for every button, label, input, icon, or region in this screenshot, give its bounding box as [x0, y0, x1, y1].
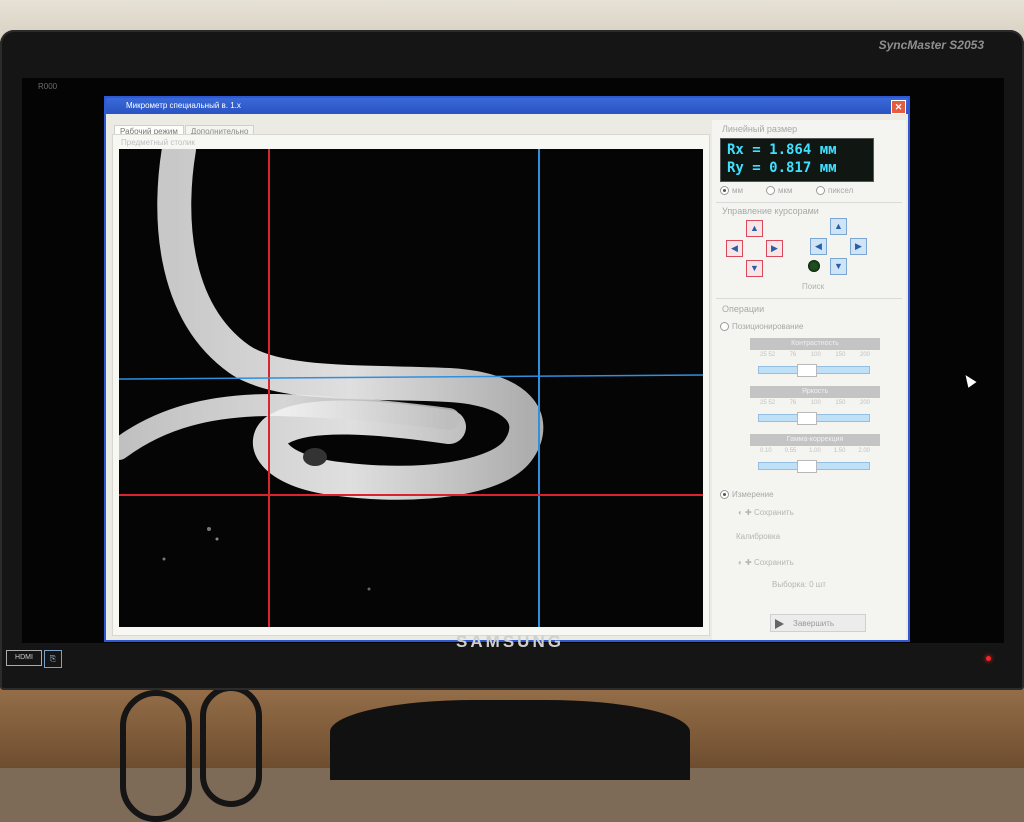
- red-arrow-up-icon[interactable]: ▲: [746, 220, 763, 237]
- measure-save-button[interactable]: ◐ ✚ Сохранить: [738, 508, 794, 517]
- red-arrow-down-icon[interactable]: ▼: [746, 260, 763, 277]
- blue-arrow-right-icon[interactable]: ▶: [850, 238, 867, 255]
- stage-panel: Предметный столик: [112, 134, 710, 636]
- gamma-label: Гамма-коррекция: [750, 434, 880, 446]
- red-arrow-right-icon[interactable]: ▶: [766, 240, 783, 257]
- close-icon[interactable]: ✕: [891, 100, 906, 114]
- linear-size-title: Линейный размер: [722, 124, 798, 134]
- monitor: SyncMaster S2053 R000 Микрометр специаль…: [0, 30, 1024, 690]
- measurement-radio[interactable]: Измерение: [720, 490, 774, 500]
- tick-label: 150: [835, 400, 846, 406]
- tick-label: 100: [810, 400, 821, 406]
- measurement-label: Измерение: [732, 490, 774, 499]
- ry-value: Ry = 0.817 мм: [727, 160, 837, 176]
- specimen-fiber: [157, 149, 544, 500]
- stage-group-label: Предметный столик: [121, 138, 195, 147]
- window-title: Микрометр специальный в. 1.x: [126, 101, 241, 110]
- hdmi-label: HDMI: [6, 650, 42, 666]
- sample-count: Выборка: 0 шт: [772, 580, 826, 589]
- speckle: [367, 587, 371, 591]
- monitor-model-label: SyncMaster S2053: [878, 38, 984, 52]
- monitor-bezel-bottom: HDMI ⎘ SAMSUNG: [0, 620, 1024, 690]
- rx-value: Rx = 1.864 мм: [727, 142, 837, 158]
- calibration-label: Калибровка: [736, 532, 781, 541]
- search-label: Поиск: [802, 282, 825, 291]
- brightness-thumb[interactable]: [797, 412, 817, 425]
- tick-label: 76: [789, 400, 797, 406]
- contrast-label: Контрастность: [750, 338, 880, 350]
- tab-bar: Рабочий режим Дополнительно: [114, 121, 255, 138]
- contrast-thumb[interactable]: [797, 364, 817, 377]
- unit-um-radio[interactable]: мкм: [766, 186, 793, 196]
- gamma-thumb[interactable]: [797, 460, 817, 473]
- positioning-label: Позиционирование: [732, 322, 804, 331]
- search-indicator[interactable]: [808, 260, 820, 272]
- radio-icon: [720, 186, 729, 196]
- microscope-image[interactable]: [119, 149, 703, 627]
- specimen-image: [119, 149, 703, 627]
- red-arrow-left-icon[interactable]: ◀: [726, 240, 743, 257]
- brand-logo: SAMSUNG: [456, 632, 564, 651]
- specimen-core: [303, 448, 327, 466]
- tick-label: 76: [789, 352, 797, 358]
- tick-label: 1.50: [833, 448, 846, 454]
- cursor-control-title: Управление курсорами: [722, 206, 819, 216]
- radio-icon: [816, 186, 825, 196]
- radio-icon: [720, 322, 729, 332]
- source-icon: ⎘: [44, 650, 62, 668]
- unit-pixel-radio[interactable]: пиксел: [816, 186, 854, 196]
- gamma-track[interactable]: [758, 460, 870, 473]
- monitor-stand: [330, 700, 690, 780]
- screen: R000 Микрометр специальный в. 1.x ✕ Рабо…: [22, 78, 1004, 643]
- cable: [200, 685, 262, 807]
- gamma-ticks: 0.10 0.55 1.00 1.50 2.00: [760, 448, 870, 458]
- blue-arrow-down-icon[interactable]: ▼: [830, 258, 847, 275]
- operations-title: Операции: [722, 304, 765, 314]
- tick-label: 150: [835, 352, 846, 358]
- speckle: [215, 537, 219, 541]
- cable: [120, 690, 192, 822]
- app-window: Микрометр специальный в. 1.x ✕ Рабочий р…: [104, 96, 910, 642]
- monitor-buttons[interactable]: [730, 656, 970, 666]
- positioning-radio[interactable]: Позиционирование: [720, 322, 804, 332]
- tick-label: 0.55: [784, 448, 797, 454]
- unit-mm-label: мм: [732, 186, 743, 195]
- tick-label: 2.00: [858, 448, 870, 454]
- contrast-ticks: 25 52 76 100 150 200: [760, 352, 870, 362]
- radio-icon: [720, 490, 729, 500]
- brightness-ticks: 25 52 76 100 150 200: [760, 400, 870, 410]
- tick-label: 200: [859, 400, 870, 406]
- divider: [716, 298, 902, 299]
- tick-label: 0.10: [760, 448, 772, 454]
- blue-arrow-up-icon[interactable]: ▲: [830, 218, 847, 235]
- tick-label: 100: [810, 352, 821, 358]
- control-panel: Линейный размер Rx = 1.864 мм Ry = 0.817…: [712, 120, 906, 640]
- tick-label: 1.00: [809, 448, 821, 454]
- save-label: Сохранить: [753, 558, 794, 567]
- measurement-readout: Rx = 1.864 мм Ry = 0.817 мм: [720, 138, 874, 182]
- brightness-track[interactable]: [758, 412, 870, 425]
- tick-label: 25 52: [760, 352, 776, 358]
- speckle: [207, 527, 211, 531]
- calibration-save-button[interactable]: ◐ ✚ Сохранить: [738, 558, 794, 567]
- mouse-pointer-icon: [961, 372, 977, 388]
- divider: [716, 202, 902, 203]
- unit-mm-radio[interactable]: мм: [720, 186, 743, 196]
- unit-pixel-label: пиксел: [828, 186, 854, 195]
- contrast-track[interactable]: [758, 364, 870, 377]
- power-led-icon: [986, 656, 991, 661]
- tick-label: 200: [859, 352, 870, 358]
- unit-um-label: мкм: [778, 186, 793, 195]
- blue-arrow-left-icon[interactable]: ◀: [810, 238, 827, 255]
- save-label: Сохранить: [753, 508, 794, 517]
- window-titlebar[interactable]: Микрометр специальный в. 1.x ✕: [106, 98, 908, 114]
- osd-label: R000: [38, 82, 58, 91]
- tick-label: 25 52: [760, 400, 776, 406]
- brightness-label: Яркость: [750, 386, 880, 398]
- radio-icon: [766, 186, 775, 196]
- speckle: [162, 557, 166, 561]
